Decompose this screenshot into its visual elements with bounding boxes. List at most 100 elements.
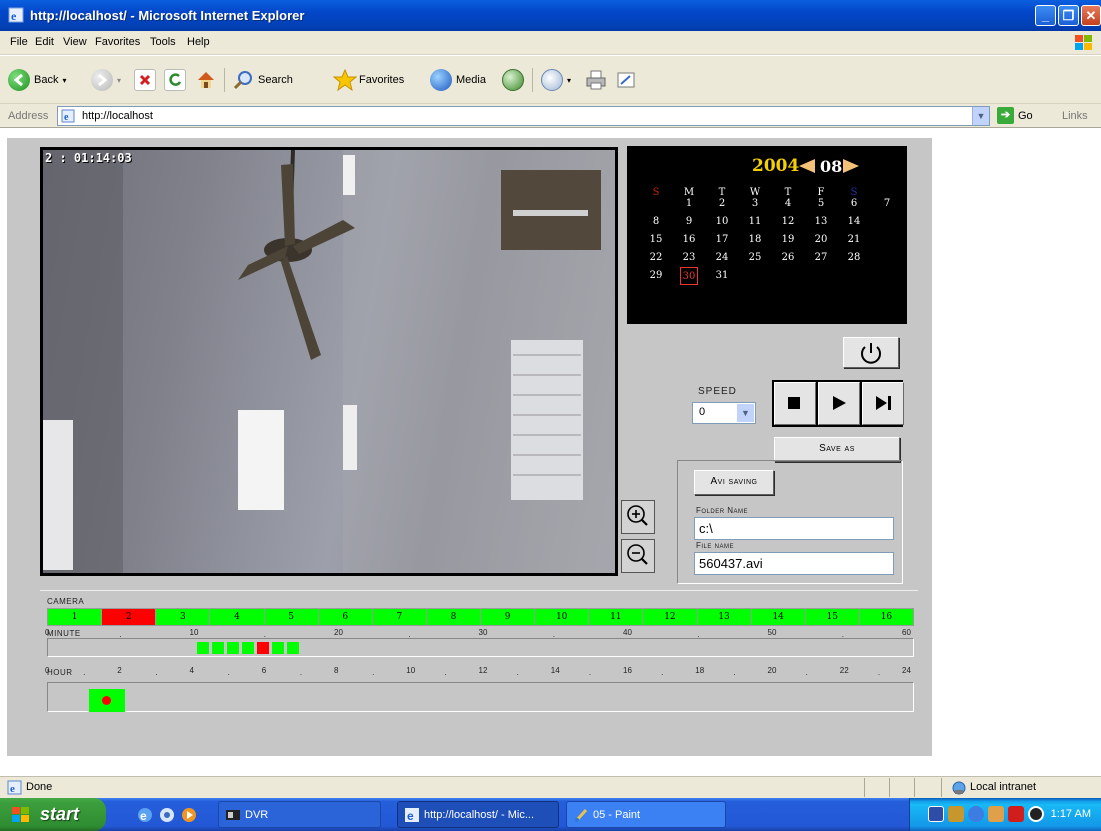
camera-9-button[interactable]: 9	[481, 609, 535, 625]
refresh-button[interactable]	[164, 66, 186, 94]
calendar-day[interactable]: 30	[680, 267, 698, 285]
address-dropdown-icon[interactable]: ▼	[972, 107, 989, 125]
video-viewer[interactable]: 2 : 01:14:03	[40, 147, 618, 576]
calendar-day[interactable]: 5	[806, 195, 836, 213]
calendar-day[interactable]: 1	[674, 195, 704, 213]
calendar-day[interactable]: 20	[806, 231, 836, 249]
camera-10-button[interactable]: 10	[535, 609, 589, 625]
calendar-day[interactable]: 6	[839, 195, 869, 213]
calendar-day[interactable]: 31	[707, 267, 737, 285]
camera-5-button[interactable]: 5	[264, 609, 318, 625]
next-month-arrow-icon[interactable]	[843, 159, 859, 173]
tray-app-icon[interactable]	[988, 806, 1004, 822]
tray-network-icon[interactable]	[928, 806, 944, 822]
address-input[interactable]: e http://localhost ▼	[57, 106, 990, 126]
minute-recording-segment[interactable]	[257, 642, 269, 654]
minute-recording-segment[interactable]	[197, 642, 209, 654]
quicklaunch-outlook-icon[interactable]	[158, 806, 176, 824]
quicklaunch-media-icon[interactable]	[180, 806, 198, 824]
minute-track[interactable]	[47, 638, 914, 657]
edit-button[interactable]	[615, 66, 637, 94]
calendar-day[interactable]: 17	[707, 231, 737, 249]
calendar-day[interactable]: 24	[707, 249, 737, 267]
task-ie[interactable]: e http://localhost/ - Mic...	[397, 801, 559, 828]
tray-ati-icon[interactable]	[1008, 806, 1024, 822]
calendar-day[interactable]: 10	[707, 213, 737, 231]
calendar-day[interactable]: 13	[806, 213, 836, 231]
minute-recording-segment[interactable]	[227, 642, 239, 654]
camera-3-button[interactable]: 3	[156, 609, 210, 625]
menu-help[interactable]: Help	[187, 36, 210, 48]
search-button[interactable]: Search	[232, 66, 293, 94]
minute-recording-segment[interactable]	[272, 642, 284, 654]
close-button[interactable]: ✕	[1081, 5, 1101, 26]
home-button[interactable]	[195, 66, 217, 94]
zoom-out-button[interactable]	[621, 539, 655, 573]
zoom-in-button[interactable]	[621, 500, 655, 534]
save-as-button[interactable]: Save as	[774, 437, 900, 462]
prev-month-arrow-icon[interactable]	[799, 159, 815, 173]
calendar-day[interactable]: 14	[839, 213, 869, 231]
camera-1-button[interactable]: 1	[48, 609, 102, 625]
quicklaunch-ie-icon[interactable]: e	[136, 806, 154, 824]
go-button[interactable]: ➔ Go	[997, 107, 1033, 124]
camera-4-button[interactable]: 4	[210, 609, 264, 625]
calendar-day[interactable]: 16	[674, 231, 704, 249]
minute-recording-segment[interactable]	[242, 642, 254, 654]
favorites-button[interactable]: Favorites	[332, 66, 404, 94]
minute-recording-segment[interactable]	[212, 642, 224, 654]
media-button[interactable]: Media	[430, 66, 486, 94]
camera-11-button[interactable]: 11	[589, 609, 643, 625]
print-button[interactable]	[585, 66, 607, 94]
start-button[interactable]: start	[0, 798, 106, 831]
camera-14-button[interactable]: 14	[751, 609, 805, 625]
camera-8-button[interactable]: 8	[426, 609, 480, 625]
calendar-day[interactable]: 7	[872, 195, 902, 213]
menu-tools[interactable]: Tools	[150, 36, 176, 48]
camera-7-button[interactable]: 7	[372, 609, 426, 625]
stop-button[interactable]	[134, 66, 156, 94]
calendar-day[interactable]: 23	[674, 249, 704, 267]
calendar-day[interactable]: 15	[641, 231, 671, 249]
file-name-input[interactable]: 560437.avi	[694, 552, 894, 575]
mail-button[interactable]: ▾	[541, 66, 571, 94]
calendar-day[interactable]: 12	[773, 213, 803, 231]
camera-16-button[interactable]: 16	[859, 609, 913, 625]
menu-edit[interactable]: Edit	[35, 36, 54, 48]
calendar-day[interactable]: 19	[773, 231, 803, 249]
back-button[interactable]: Back ▾	[8, 66, 66, 94]
maximize-button[interactable]: ❐	[1058, 5, 1079, 26]
camera-13-button[interactable]: 13	[697, 609, 751, 625]
menu-favorites[interactable]: Favorites	[95, 36, 140, 48]
play-button[interactable]	[818, 382, 860, 425]
avi-saving-button[interactable]: Avi saving	[694, 470, 774, 495]
calendar-day[interactable]: 29	[641, 267, 671, 285]
tray-media-icon[interactable]	[1028, 806, 1044, 822]
tray-speaker-icon[interactable]	[968, 806, 984, 822]
menu-file[interactable]: File	[10, 36, 28, 48]
calendar-day[interactable]: 22	[641, 249, 671, 267]
hour-track[interactable]	[47, 682, 914, 712]
power-button[interactable]	[843, 337, 899, 368]
calendar-day[interactable]: 3	[740, 195, 770, 213]
minimize-button[interactable]: _	[1035, 5, 1056, 26]
camera-12-button[interactable]: 12	[643, 609, 697, 625]
camera-2-button[interactable]: 2	[102, 609, 156, 625]
calendar-day[interactable]: 27	[806, 249, 836, 267]
history-button[interactable]	[502, 66, 524, 94]
calendar-day[interactable]: 4	[773, 195, 803, 213]
task-dvr[interactable]: DVR	[218, 801, 381, 828]
tray-people-icon[interactable]	[948, 806, 964, 822]
calendar-day[interactable]: 11	[740, 213, 770, 231]
links-button[interactable]: Links	[1062, 110, 1088, 122]
speed-select[interactable]: 0 ▼	[692, 402, 756, 424]
calendar-day[interactable]: 2	[707, 195, 737, 213]
calendar-day[interactable]: 8	[641, 213, 671, 231]
task-paint[interactable]: 05 - Paint	[566, 801, 726, 828]
menu-view[interactable]: View	[63, 36, 87, 48]
forward-button[interactable]: ▾	[91, 66, 121, 94]
calendar-day[interactable]: 25	[740, 249, 770, 267]
step-forward-button[interactable]	[862, 382, 904, 425]
folder-name-input[interactable]: c:\	[694, 517, 894, 540]
calendar-day[interactable]: 21	[839, 231, 869, 249]
